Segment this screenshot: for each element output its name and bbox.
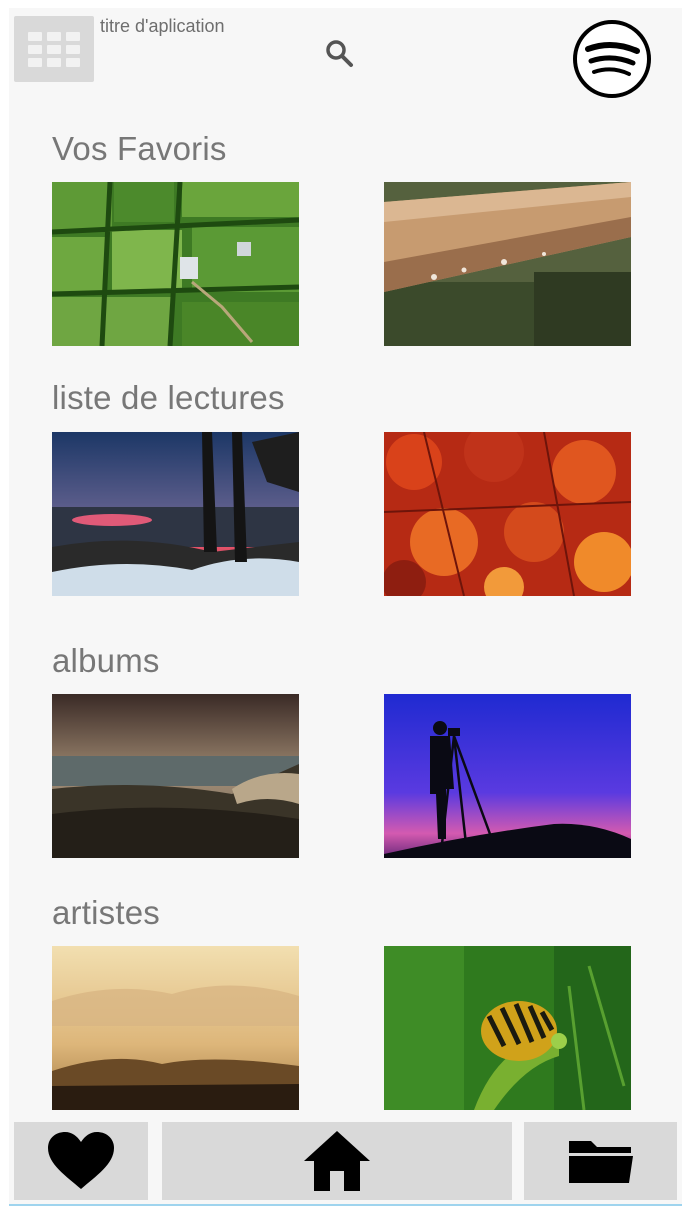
- red-maple-leaves-photo: [384, 432, 631, 596]
- favorites-image-1[interactable]: [52, 182, 299, 346]
- coastal-cliffs-photo: [52, 694, 299, 858]
- section-title-favorites: Vos Favoris: [52, 130, 227, 167]
- spotify-button[interactable]: [571, 18, 653, 100]
- grid-menu-button[interactable]: [14, 16, 94, 82]
- search-icon: [326, 40, 353, 67]
- albums-image-2[interactable]: [384, 694, 631, 858]
- home-nav-button[interactable]: [162, 1122, 512, 1200]
- search-button[interactable]: [322, 36, 358, 72]
- favorites-image-2[interactable]: [384, 182, 631, 346]
- app-title: titre d'aplication: [100, 16, 225, 36]
- lake-sunset-snow-photo: [52, 432, 299, 596]
- artists-image-1[interactable]: [52, 946, 299, 1110]
- home-icon: [304, 1131, 370, 1191]
- section-title-playlists: liste de lectures: [52, 379, 285, 416]
- folder-icon: [568, 1141, 633, 1183]
- wooden-rail-raindrops-photo: [384, 182, 631, 346]
- bottom-divider: [9, 1204, 682, 1206]
- section-title-albums: albums: [52, 642, 160, 679]
- favorites-nav-button[interactable]: [14, 1122, 148, 1200]
- app-screen: titre d'aplication Vos Favoris liste de …: [9, 8, 682, 1204]
- playlists-image-1[interactable]: [52, 432, 299, 596]
- section-title-artists: artistes: [52, 894, 160, 931]
- playlists-image-2[interactable]: [384, 432, 631, 596]
- spotify-logo-icon: [573, 20, 651, 98]
- artists-image-2[interactable]: [384, 946, 631, 1110]
- photographer-silhouette-photo: [384, 694, 631, 858]
- files-nav-button[interactable]: [524, 1122, 677, 1200]
- aerial-farm-fields-photo: [52, 182, 299, 346]
- albums-image-1[interactable]: [52, 694, 299, 858]
- caterpillar-green-photo: [384, 946, 631, 1110]
- heart-icon: [48, 1132, 114, 1189]
- desert-dunes-haze-photo: [52, 946, 299, 1110]
- grid-menu-icon: [28, 31, 42, 41]
